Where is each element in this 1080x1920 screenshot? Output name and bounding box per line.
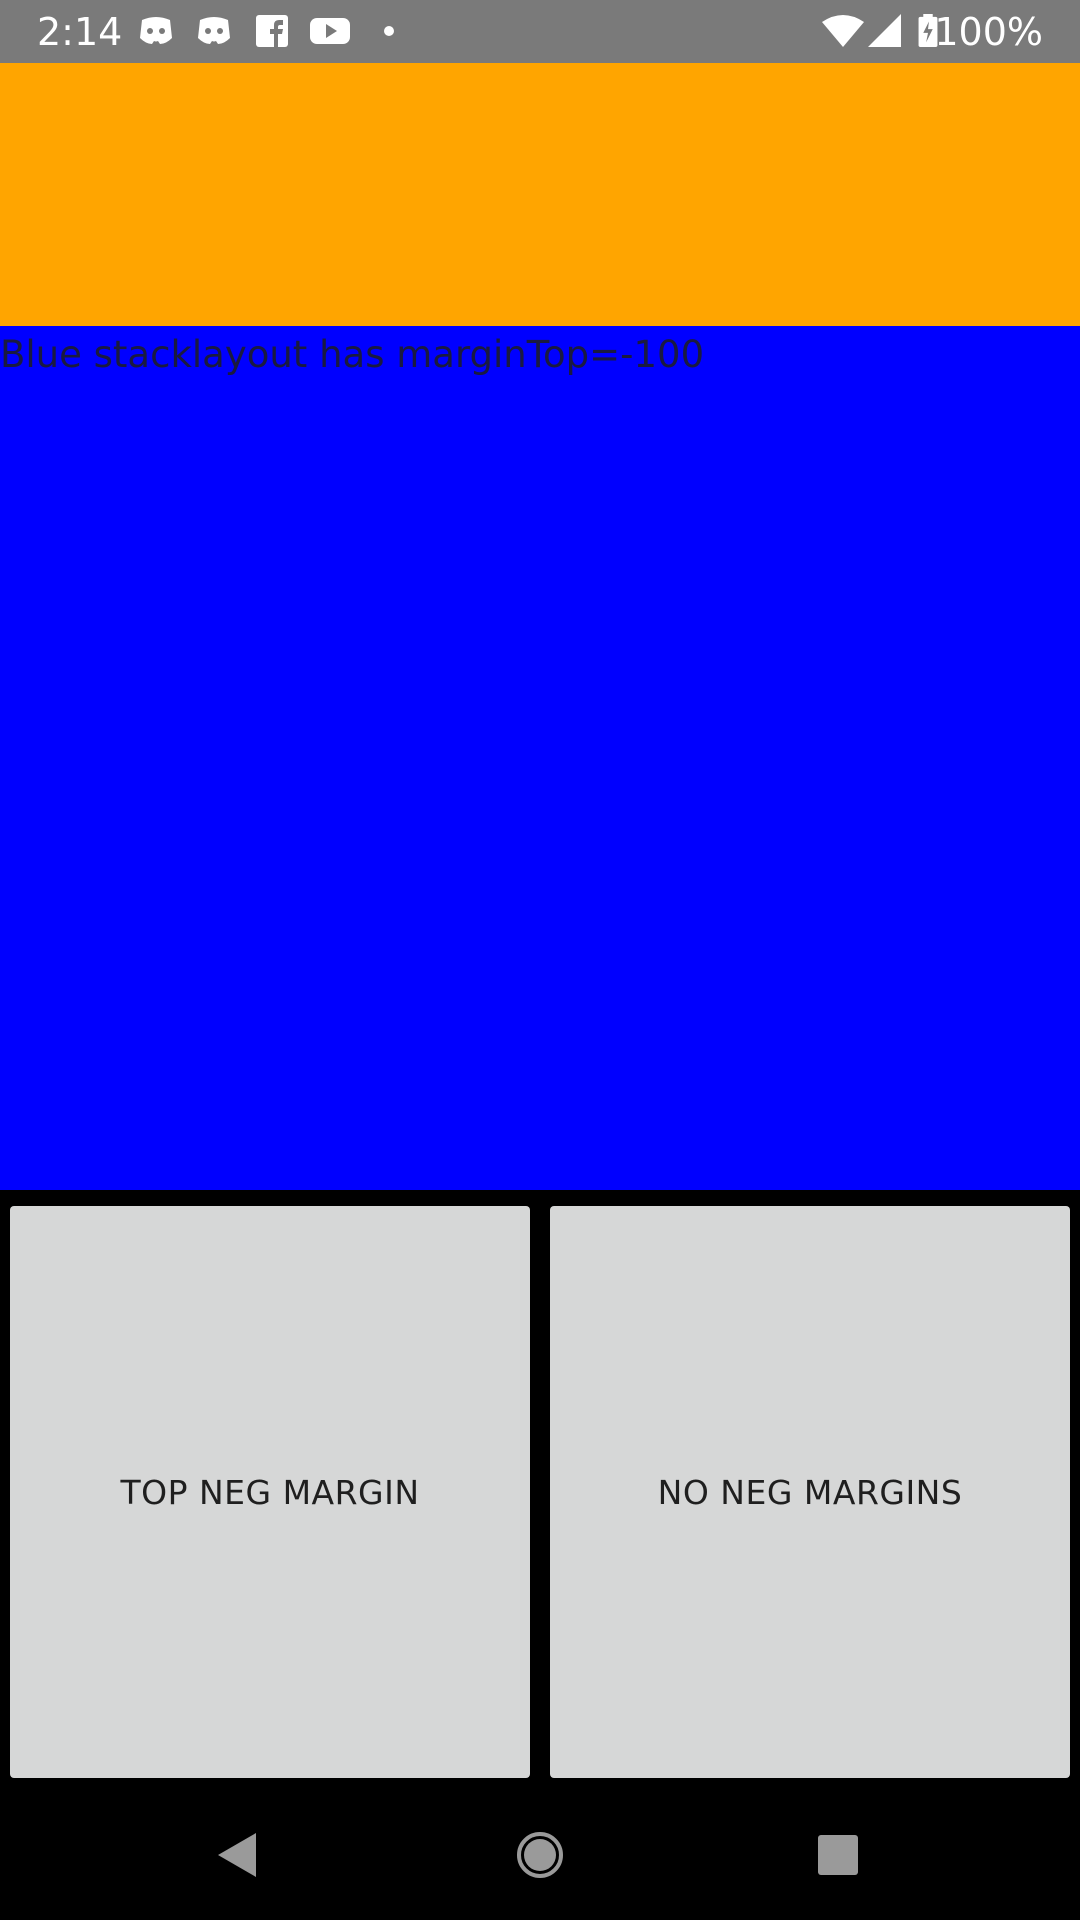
blue-stacklayout-label: Blue stacklayout has marginTop=-100 <box>0 333 705 376</box>
home-button[interactable] <box>500 1820 580 1890</box>
wifi-icon <box>822 15 864 47</box>
recents-icon <box>818 1835 858 1875</box>
blue-stacklayout: Blue stacklayout has marginTop=-100 <box>0 326 1080 1190</box>
back-icon <box>218 1833 256 1877</box>
dot-icon <box>384 26 394 36</box>
status-time: 2:14 <box>37 10 123 54</box>
no-neg-margins-button[interactable]: NO NEG MARGINS <box>550 1206 1070 1778</box>
signal-icon <box>868 14 901 47</box>
back-button[interactable] <box>198 1820 278 1890</box>
facebook-icon <box>256 15 288 47</box>
home-icon <box>517 1832 563 1878</box>
discord-icon <box>198 17 230 44</box>
orange-box <box>0 63 1080 326</box>
top-neg-margin-button[interactable]: TOP NEG MARGIN <box>10 1206 530 1778</box>
status-bar: 2:14 100% <box>0 0 1080 63</box>
youtube-icon <box>310 18 350 44</box>
battery-percentage: 100% <box>934 10 1043 54</box>
button-area: TOP NEG MARGIN NO NEG MARGINS <box>0 1190 1080 1790</box>
navigation-bar <box>0 1790 1080 1920</box>
discord-icon <box>140 17 172 44</box>
recents-button[interactable] <box>798 1820 878 1890</box>
